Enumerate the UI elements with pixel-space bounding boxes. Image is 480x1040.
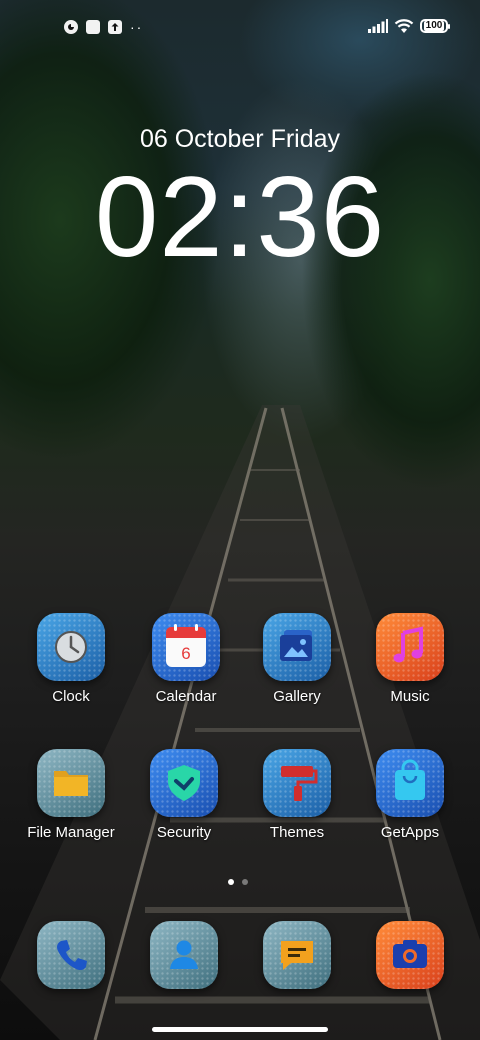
status-left-icons: ·· [64, 20, 143, 34]
lock-date: 06 October Friday [139, 125, 341, 153]
app-themes[interactable]: Themes [237, 749, 357, 841]
app-label: GetApps [380, 824, 440, 841]
messages-icon[interactable] [263, 921, 331, 989]
page-indicator [228, 879, 248, 885]
paint-roller-icon[interactable] [263, 749, 331, 817]
app-label: Gallery [273, 688, 321, 705]
app-label: Themes [269, 824, 325, 841]
square-notification-icon [86, 20, 100, 34]
contacts-icon[interactable] [150, 921, 218, 989]
app-label: File Manager [27, 824, 115, 841]
app-music[interactable]: Music [350, 613, 470, 705]
page-dot-active [228, 879, 234, 885]
app-label: Music [390, 688, 430, 705]
app-clock[interactable]: Clock [11, 613, 131, 705]
dock-camera[interactable] [350, 921, 470, 989]
app-label: Calendar [155, 688, 217, 705]
page-dot [242, 879, 248, 885]
lock-time[interactable]: 02:36 [0, 158, 480, 278]
calendar-icon[interactable]: 6 [152, 613, 220, 681]
dock-messages[interactable] [237, 921, 357, 989]
folder-icon[interactable] [37, 749, 105, 817]
shopping-bag-icon[interactable] [376, 749, 444, 817]
phone-icon[interactable] [37, 921, 105, 989]
wifi-icon [394, 19, 414, 33]
app-label: Security [156, 824, 212, 841]
status-bar: ·· 100 [0, 14, 480, 42]
app-getapps[interactable]: GetApps [350, 749, 470, 841]
upload-icon [108, 20, 122, 34]
app-security[interactable]: Security [124, 749, 244, 841]
signal-icon [368, 19, 388, 33]
notification-icon [64, 20, 78, 34]
dock-contacts[interactable] [124, 921, 244, 989]
music-icon[interactable] [376, 613, 444, 681]
battery-level: 100 [423, 20, 445, 31]
more-dots-icon: ·· [130, 19, 144, 35]
shield-icon[interactable] [150, 749, 218, 817]
gallery-icon[interactable] [263, 613, 331, 681]
camera-icon[interactable] [376, 921, 444, 989]
app-label: Clock [52, 688, 90, 705]
app-calendar[interactable]: 6 Calendar [126, 613, 246, 705]
calendar-day: 6 [181, 644, 190, 663]
app-file-manager[interactable]: File Manager [11, 749, 131, 841]
app-gallery[interactable]: Gallery [237, 613, 357, 705]
clock-icon[interactable] [37, 613, 105, 681]
home-gesture-bar[interactable] [152, 1027, 328, 1032]
dock-phone[interactable] [11, 921, 131, 989]
status-right-icons: 100 [368, 18, 450, 34]
battery-icon: 100 [420, 19, 450, 33]
